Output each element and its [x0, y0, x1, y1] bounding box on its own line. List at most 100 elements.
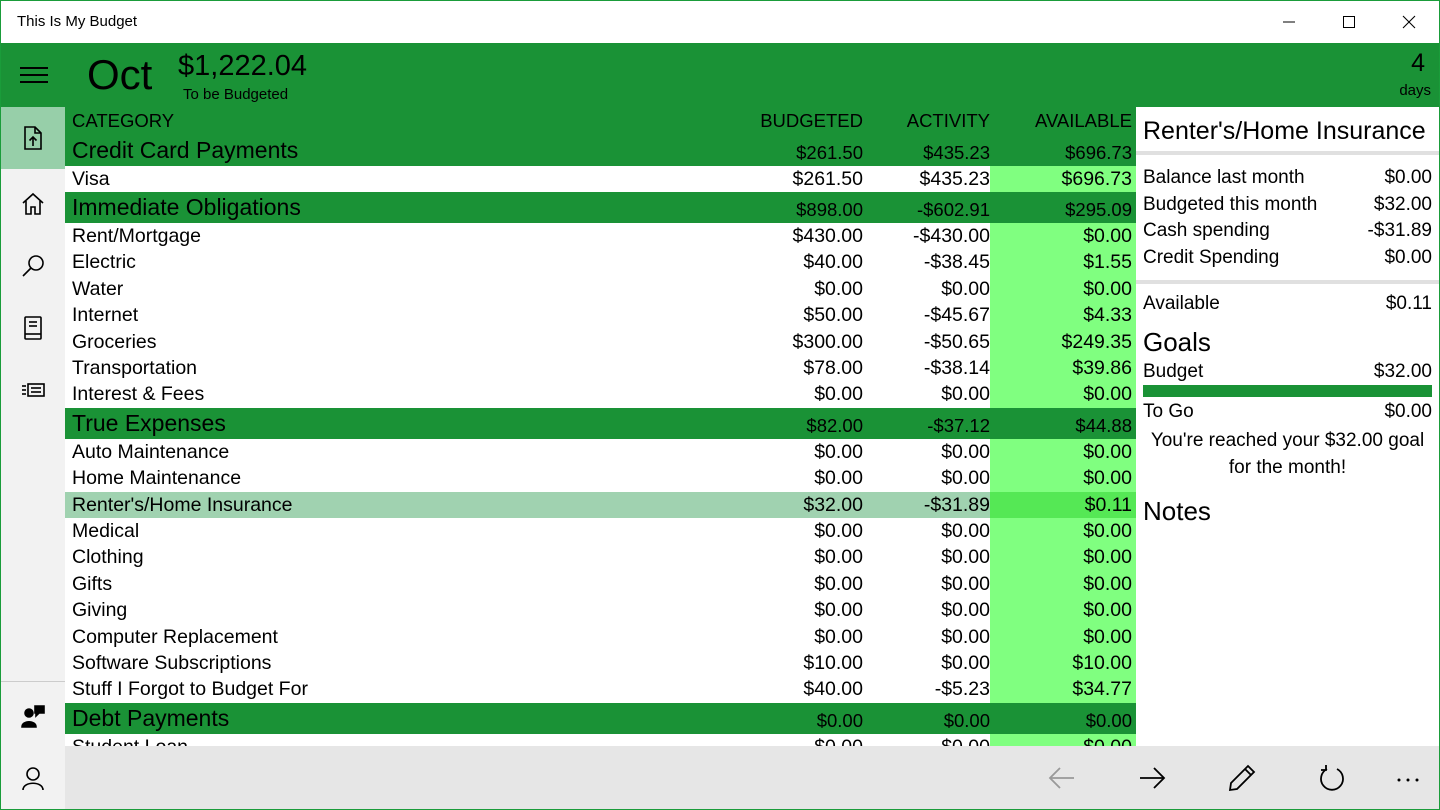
month-label[interactable]: Oct — [87, 51, 152, 99]
budgeted-amount[interactable]: $50.00 — [803, 303, 863, 329]
available-amount: $0.00 — [990, 571, 1136, 598]
budgeted-amount[interactable]: $78.00 — [803, 355, 863, 381]
nav-home[interactable] — [1, 173, 65, 235]
category-name: Software Subscriptions — [72, 652, 272, 675]
notes-heading[interactable]: Notes — [1143, 496, 1211, 527]
budgeted-amount[interactable]: $0.00 — [814, 276, 863, 302]
activity-amount: $0.00 — [941, 625, 990, 648]
more-button[interactable] — [1391, 761, 1425, 795]
column-header-category[interactable]: CATEGORY — [72, 107, 174, 135]
budgeted-amount[interactable]: $0.00 — [817, 703, 863, 734]
column-header-activity[interactable]: ACTIVITY — [907, 107, 990, 135]
budget-icon — [24, 126, 42, 150]
nav-feedback[interactable] — [1, 685, 65, 747]
category-row[interactable]: Home Maintenance $0.00 $0.00 $0.00 — [65, 465, 1136, 492]
activity-amount: $0.00 — [941, 383, 990, 406]
budgeted-amount[interactable]: $40.00 — [803, 250, 863, 276]
category-row[interactable]: Visa $261.50 $435.23 $696.73 — [65, 166, 1136, 193]
activity-amount: $0.00 — [941, 599, 990, 622]
column-header-budgeted[interactable]: BUDGETED — [760, 107, 863, 135]
category-group-row[interactable]: Credit Card Payments $261.50 $435.23 $696.7… — [65, 135, 1136, 166]
budgeted-amount[interactable]: $10.00 — [803, 650, 863, 676]
days-remaining-number: 4 — [1411, 49, 1425, 77]
maximize-icon — [1343, 16, 1355, 28]
table-header: CATEGORY BUDGETED ACTIVITY AVAILABLE — [65, 107, 1136, 135]
budgeted-amount[interactable]: $0.00 — [814, 545, 863, 571]
available-amount: $39.86 — [990, 355, 1136, 382]
detail-title: Renter's/Home Insurance — [1143, 117, 1426, 145]
budgeted-amount[interactable]: $0.00 — [814, 571, 863, 597]
category-row[interactable]: Computer Replacement $0.00 $0.00 $0.00 — [65, 624, 1136, 651]
category-name: Medical — [72, 520, 140, 543]
nav-accounts[interactable] — [1, 297, 65, 359]
category-row[interactable]: Student Loan$0.00$0.00$0.00 — [65, 734, 1136, 746]
budgeted-amount[interactable]: $0.00 — [814, 734, 863, 746]
nav-search[interactable] — [1, 235, 65, 297]
category-name: Gifts — [72, 572, 113, 595]
category-row[interactable]: Clothing $0.00 $0.00 $0.00 — [65, 544, 1136, 572]
category-row[interactable]: Auto Maintenance $0.00 $0.00 $0.00 — [65, 439, 1136, 466]
category-row[interactable]: Medical $0.00 $0.00 $0.00 — [65, 518, 1136, 545]
budgeted-amount[interactable]: $82.00 — [806, 408, 863, 439]
refresh-button[interactable] — [1315, 761, 1349, 795]
budgeted-amount[interactable]: $0.00 — [814, 466, 863, 492]
category-row[interactable]: Software Subscriptions $10.00 $0.00 $10.00 — [65, 650, 1136, 677]
balance-last-month-row: Balance last month $0.00 — [1143, 165, 1432, 191]
category-row[interactable]: Internet $50.00 -$45.67 $4.33 — [65, 302, 1136, 329]
hamburger-menu-icon[interactable] — [20, 67, 48, 85]
budgeted-amount[interactable]: $0.00 — [814, 624, 863, 650]
account-icon — [22, 767, 44, 791]
budgeted-amount[interactable]: $0.00 — [814, 598, 863, 624]
back-button[interactable] — [1045, 761, 1079, 795]
book-icon — [24, 316, 42, 340]
category-group-row[interactable]: True Expenses $82.00 -$37.12 $44.88 — [65, 408, 1136, 440]
category-name: Electric — [72, 251, 136, 274]
nav-divider — [1, 681, 65, 682]
category-name: Transportation — [72, 357, 198, 380]
goals-heading: Goals — [1143, 327, 1211, 357]
category-name: Internet — [72, 304, 139, 327]
forward-button[interactable] — [1135, 761, 1169, 795]
close-button[interactable] — [1379, 1, 1439, 43]
to-go-value: $0.00 — [1384, 401, 1432, 422]
budgeted-amount[interactable]: $0.00 — [814, 518, 863, 544]
budgeted-amount[interactable]: $261.50 — [793, 166, 864, 192]
budgeted-amount[interactable]: $40.00 — [803, 677, 863, 703]
category-row[interactable]: Gifts $0.00 $0.00 $0.00 — [65, 571, 1136, 598]
reports-icon — [22, 383, 45, 397]
cash-spending-row: Cash spending -$31.89 — [1143, 218, 1432, 244]
category-row[interactable]: Renter's/Home Insurance $32.00 -$31.89 $0.1… — [65, 492, 1136, 519]
budgeted-amount[interactable]: $0.00 — [814, 439, 863, 465]
nav-account[interactable] — [1, 747, 65, 809]
maximize-button[interactable] — [1319, 1, 1379, 43]
minimize-button[interactable] — [1259, 1, 1319, 43]
nav-reports[interactable] — [1, 359, 65, 421]
goal-budget-row[interactable]: Budget $32.00 — [1143, 359, 1432, 385]
category-row[interactable]: Water $0.00 $0.00 $0.00 — [65, 276, 1136, 303]
budgeted-amount[interactable]: $430.00 — [793, 223, 864, 249]
edit-button[interactable] — [1225, 761, 1259, 795]
category-row[interactable]: Rent/Mortgage $430.00 -$430.00 $0.00 — [65, 223, 1136, 250]
activity-amount: $0.00 — [943, 710, 990, 732]
category-group-row[interactable]: Debt Payments $0.00 $0.00 $0.00 — [65, 703, 1136, 735]
activity-amount: $0.00 — [941, 277, 990, 300]
column-header-available[interactable]: AVAILABLE — [990, 107, 1136, 135]
category-row[interactable]: Transportation $78.00 -$38.14 $39.86 — [65, 355, 1136, 382]
category-name: Computer Replacement — [72, 625, 278, 648]
category-row[interactable]: Interest & Fees $0.00 $0.00 $0.00 — [65, 381, 1136, 409]
nav-budget[interactable] — [1, 107, 65, 169]
category-group-row[interactable]: Immediate Obligations $898.00 -$602.91 $295… — [65, 192, 1136, 224]
category-row[interactable]: Groceries $300.00 -$50.65 $249.35 — [65, 329, 1136, 356]
category-row[interactable]: Electric $40.00 -$38.45 $1.55 — [65, 249, 1136, 277]
budgeted-amount[interactable]: $261.50 — [796, 135, 863, 166]
budgeted-amount[interactable]: $898.00 — [796, 192, 863, 223]
budgeted-amount[interactable]: $300.00 — [793, 329, 864, 355]
available-amount: $0.00 — [990, 544, 1136, 572]
category-name: Student Loan — [72, 734, 188, 746]
category-name: Water — [72, 277, 124, 300]
budgeted-amount[interactable]: $0.00 — [814, 382, 863, 408]
category-detail-panel: Renter's/Home Insurance Balance last mon… — [1136, 107, 1439, 746]
category-row[interactable]: Stuff I Forgot to Budget For $40.00 -$5.23… — [65, 676, 1136, 704]
category-row[interactable]: Giving $0.00 $0.00 $0.00 — [65, 597, 1136, 624]
budgeted-amount[interactable]: $32.00 — [803, 492, 863, 518]
